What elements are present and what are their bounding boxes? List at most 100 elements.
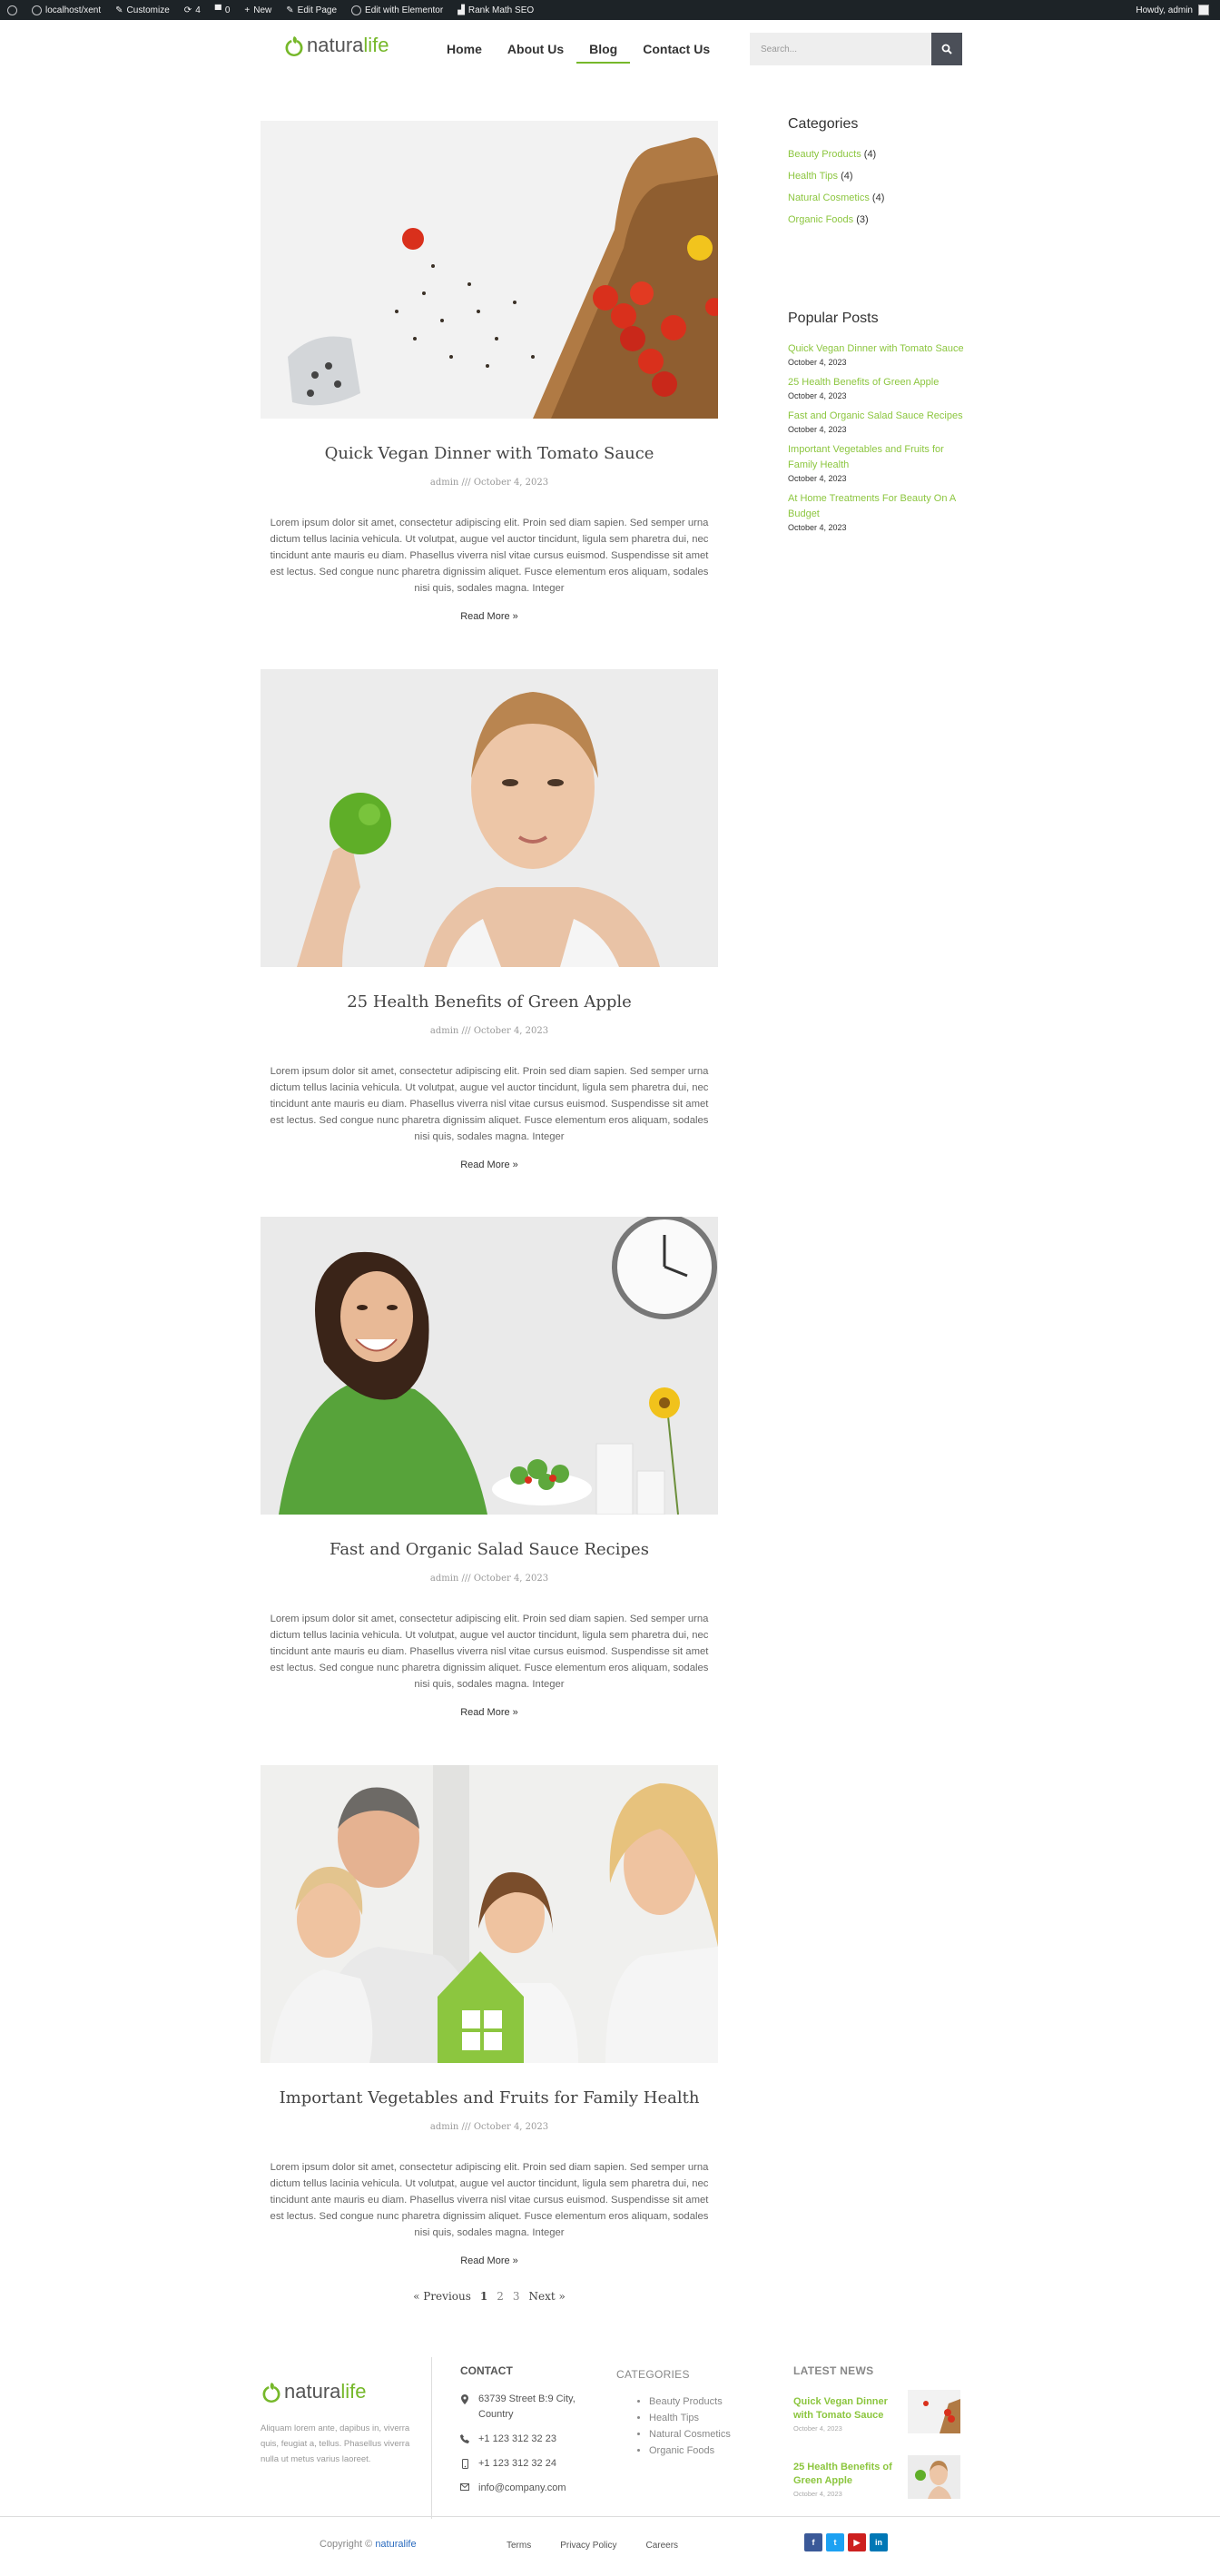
footer-logo[interactable]: natura life [261,2379,367,2404]
pencil-icon: ✎ [115,5,123,15]
footer-latest-news: LATEST NEWS Quick Vegan Dinner with Toma… [793,2364,962,2508]
phone-icon [460,2432,469,2447]
read-more-link[interactable]: Read More » [460,1160,518,1170]
popular-post-link[interactable]: At Home Treatments For Beauty On A Budge… [788,491,969,522]
admin-rank-math-link[interactable]: ▟ Rank Math SEO [450,0,541,20]
nav-blog[interactable]: Blog [576,38,631,64]
leaf-logo-icon [262,2383,280,2403]
search-button[interactable] [931,33,962,65]
popular-post-link[interactable]: Fast and Organic Salad Sauce Recipes [788,409,969,424]
post-excerpt: Lorem ipsum dolor sit amet, consectetur … [270,518,709,594]
category-item: Beauty Products (4) [788,149,877,160]
post-meta: admin /// October 4, 2023 [429,2122,549,2132]
nav-about-us[interactable]: About Us [495,38,576,64]
post-card: Important Vegetables and Fruits for Fami… [261,1765,718,2268]
mobile-icon [460,2456,469,2472]
footer-contact: CONTACT 63739 Street B:9 City, Country +… [460,2364,605,2496]
footer-link-privacy[interactable]: Privacy Policy [560,2541,616,2551]
popular-post-date: October 4, 2023 [788,425,847,434]
plus-icon: + [244,5,251,15]
read-more-link[interactable]: Read More » [460,611,518,622]
post-meta: admin /// October 4, 2023 [429,478,549,488]
footer-mobile[interactable]: +1 123 312 32 24 [460,2456,605,2472]
post-meta: admin /// October 4, 2023 [429,1574,549,1584]
search-input[interactable]: Search... [750,33,931,65]
main-nav: Home About Us Blog Contact Us [434,38,723,64]
pagination-page-current: 1 [479,2290,488,2303]
footer-email[interactable]: info@company.com [460,2481,605,2496]
pagination-next[interactable]: Next » [529,2290,566,2303]
pagination-page[interactable]: 3 [513,2290,520,2303]
pagination-previous[interactable]: « Previous [413,2290,471,2303]
post-title[interactable]: Quick Vegan Dinner with Tomato Sauce [261,444,718,463]
category-link[interactable]: Beauty Products [788,149,861,160]
youtube-icon[interactable]: ▶ [848,2533,866,2551]
post-thumbnail-tomato[interactable] [261,121,718,419]
site-logo[interactable]: natura life [283,33,389,58]
footer-link-terms[interactable]: Terms [507,2541,531,2551]
post-title[interactable]: 25 Health Benefits of Green Apple [261,992,718,1012]
linkedin-icon[interactable]: in [870,2533,888,2551]
footer-divider [431,2357,432,2519]
admin-elementor-link[interactable]: Edit with Elementor [344,0,450,20]
popular-posts: Popular Posts Quick Vegan Dinner with To… [788,311,969,532]
nav-contact-us[interactable]: Contact Us [630,38,723,64]
admin-site-link[interactable]: localhost/xent [25,0,108,20]
pagination-page[interactable]: 2 [497,2290,504,2303]
nav-home[interactable]: Home [434,38,495,64]
twitter-icon[interactable]: t [826,2533,844,2551]
categories-list: Beauty Products (4) Health Tips (4) Natu… [788,149,969,236]
copyright-brand-link[interactable]: naturalife [375,2539,416,2550]
read-more-link[interactable]: Read More » [460,2255,518,2266]
category-link[interactable]: Organic Foods [788,214,853,225]
admin-account[interactable]: Howdy, admin [1136,5,1220,15]
post-thumbnail-green-apple[interactable] [261,669,718,967]
envelope-icon [460,2481,469,2496]
footer-category-link[interactable]: Beauty Products [649,2393,731,2410]
footer-category-link[interactable]: Natural Cosmetics [649,2426,731,2443]
post-title[interactable]: Important Vegetables and Fruits for Fami… [261,2088,718,2107]
popular-post-date: October 4, 2023 [788,474,847,483]
post-excerpt: Lorem ipsum dolor sit amet, consectetur … [270,2162,709,2238]
footer-phone[interactable]: +1 123 312 32 23 [460,2432,605,2447]
facebook-icon[interactable]: f [804,2533,822,2551]
latest-news-thumbnail[interactable] [908,2390,960,2433]
search-form: Search... [750,33,962,65]
chart-icon: ▟ [458,5,465,15]
popular-post-link[interactable]: Quick Vegan Dinner with Tomato Sauce [788,341,969,357]
admin-new-link[interactable]: + New [237,0,279,20]
read-more-link[interactable]: Read More » [460,1707,518,1718]
copyright: Copyright © naturalife [320,2539,417,2550]
latest-news-title[interactable]: 25 Health Benefits of Green Apple [793,2461,902,2488]
refresh-icon: ⟳ [183,5,192,15]
footer-category-link[interactable]: Organic Foods [649,2443,731,2459]
wordpress-logo-icon[interactable] [0,0,25,20]
latest-news-title[interactable]: Quick Vegan Dinner with Tomato Sauce [793,2395,902,2423]
admin-customize-link[interactable]: ✎ Customize [108,0,177,20]
leaf-logo-icon [285,36,303,56]
post-title[interactable]: Fast and Organic Salad Sauce Recipes [261,1540,718,1559]
admin-edit-page-link[interactable]: ✎ Edit Page [279,0,344,20]
admin-updates-link[interactable]: ⟳ 4 [177,0,208,20]
footer-link-careers[interactable]: Careers [645,2541,678,2551]
popular-posts-title: Popular Posts [788,311,879,326]
category-item: Health Tips (4) [788,171,853,182]
popular-post-item: At Home Treatments For Beauty On A Budge… [788,491,969,532]
elementor-icon [351,5,362,15]
latest-news-item[interactable]: Quick Vegan Dinner with Tomato Sauce Oct… [793,2390,962,2443]
popular-post-link[interactable]: Important Vegetables and Fruits for Fami… [788,442,969,473]
popular-post-item: Fast and Organic Salad Sauce Recipes Octo… [788,409,969,434]
post-thumbnail-salad[interactable] [261,1217,718,1515]
popular-post-link[interactable]: 25 Health Benefits of Green Apple [788,375,969,390]
latest-news-thumbnail[interactable] [908,2455,960,2499]
categories-title: Categories [788,116,859,132]
latest-news-item[interactable]: 25 Health Benefits of Green Apple Octobe… [793,2455,962,2508]
post-thumbnail-family[interactable] [261,1765,718,2063]
category-link[interactable]: Health Tips [788,171,838,182]
admin-bar: localhost/xent ✎ Customize ⟳ 4 ▀ 0 + New ✎ Ed… [0,0,1220,20]
latest-news-date: October 4, 2023 [793,2490,842,2498]
category-link[interactable]: Natural Cosmetics [788,192,870,203]
footer-category-link[interactable]: Health Tips [649,2410,731,2426]
pagination: « Previous 1 2 3 Next » [0,2290,979,2303]
admin-comments-link[interactable]: ▀ 0 [208,0,238,20]
